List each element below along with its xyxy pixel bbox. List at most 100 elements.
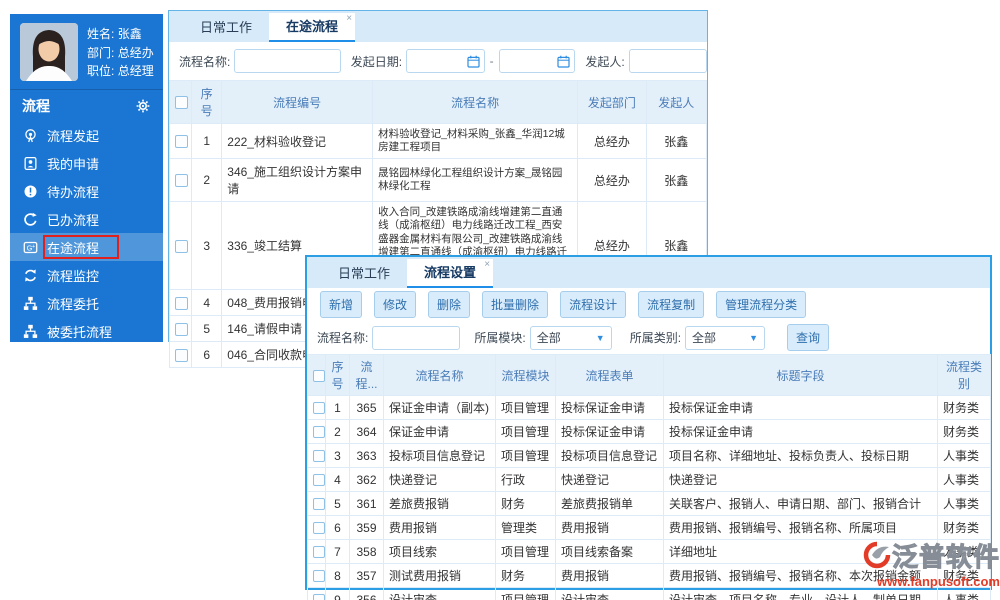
sidebar-item-flow-delegate[interactable]: 流程委托	[10, 289, 163, 317]
sidebar-item-my-applications[interactable]: 我的申请	[10, 149, 163, 177]
date-separator: -	[489, 54, 494, 68]
cell-seq: 3	[325, 443, 350, 468]
edit-button[interactable]: 修改	[374, 291, 417, 318]
cell-module: 项目管理	[495, 587, 556, 600]
row-checkbox[interactable]	[175, 348, 188, 362]
tab-in-transit-flows[interactable]: 在途流程 ×	[269, 13, 356, 42]
row-checkbox[interactable]	[313, 402, 325, 415]
add-button[interactable]: 新增	[320, 291, 363, 318]
flow-name-input[interactable]	[234, 49, 341, 73]
row-checkbox[interactable]	[313, 546, 325, 559]
cell-person: 张鑫	[645, 122, 708, 160]
module-label: 所属模块:	[474, 331, 526, 345]
flow-copy-button[interactable]: 流程复制	[638, 291, 705, 318]
select-all-checkbox[interactable]	[313, 369, 325, 382]
cell-name: 费用报销	[383, 515, 496, 540]
tab-daily-work[interactable]: 日常工作	[183, 13, 269, 42]
flow-design-button[interactable]: 流程设计	[560, 291, 627, 318]
table-row[interactable]: 2 364 保证金申请 项目管理 投标保证金申请 投标保证金申请 财务类	[307, 419, 991, 444]
sidebar-item-done-flows[interactable]: 已办流程	[10, 205, 163, 233]
cell-title-fields: 快递登记	[663, 467, 938, 492]
row-checkbox[interactable]	[313, 498, 325, 511]
tab-daily-work[interactable]: 日常工作	[321, 259, 407, 288]
close-icon[interactable]: ×	[346, 14, 352, 24]
cell-category: 人事类	[937, 587, 991, 600]
cell-form: 费用报销	[555, 563, 664, 588]
search-button[interactable]: 查询	[787, 324, 830, 351]
cell-title-fields: 费用报销、报销编号、报销名称、所属项目	[663, 515, 938, 540]
cell-category: 财务类	[937, 419, 991, 444]
table-row[interactable]: 1 222_材料验收登记 材料验收登记_材料采购_张鑫_华润12城房建工程项目 …	[168, 122, 708, 160]
cell-code: 222_材料验收登记	[221, 122, 374, 160]
sidebar-item-in-transit-flows[interactable]: G + 在途流程	[10, 233, 163, 261]
cell-seq: 4	[325, 467, 350, 492]
sidebar-item-delegated-flows[interactable]: 被委托流程	[10, 317, 163, 345]
cell-category: 人事类	[937, 443, 991, 468]
table-row[interactable]: 4 362 快递登记 行政 快递登记 快递登记 人事类	[307, 467, 991, 492]
sidebar-item-label: 待办流程	[47, 184, 100, 200]
batch-delete-button[interactable]: 批量删除	[482, 291, 549, 318]
table-row[interactable]: 1 365 保证金申请（副本) 项目管理 投标保证金申请 投标保证金申请 财务类	[307, 395, 991, 420]
row-checkbox[interactable]	[313, 522, 325, 535]
cell-code: 359	[349, 515, 384, 540]
tab-bar: 日常工作 流程设置 ×	[307, 257, 990, 288]
cell-code: 357	[349, 563, 384, 588]
col-header-name: 流程名称	[372, 80, 579, 124]
row-select-cell	[307, 419, 326, 444]
row-checkbox[interactable]	[313, 474, 325, 487]
table-row[interactable]: 9 356 设计审查 项目管理 设计审查 设计审查、项目名称、专业、设计人、制单…	[307, 587, 991, 600]
sidebar-item-flow-start[interactable]: 流程发起	[10, 121, 163, 149]
flow-name-input[interactable]	[372, 325, 461, 350]
row-select-cell	[168, 341, 193, 368]
delete-button[interactable]: 删除	[428, 291, 471, 318]
cell-name: 设计审查	[383, 587, 496, 600]
watermark: 泛普软件 www.fanpusoft.com	[860, 541, 1000, 588]
cell-person: 张鑫	[645, 158, 708, 203]
row-checkbox[interactable]	[175, 322, 188, 336]
fanpu-logo-icon	[862, 541, 892, 573]
col-header-code: 流程...	[349, 354, 384, 396]
cell-seq: 2	[191, 158, 223, 203]
table-row[interactable]: 5 361 差旅费报销 财务 差旅费报销单 关联客户、报销人、申请日期、部门、报…	[307, 491, 991, 516]
calendar-icon	[467, 55, 480, 68]
start-date-to-input[interactable]	[498, 49, 576, 73]
row-select-cell	[307, 515, 326, 540]
start-date-from-input[interactable]	[406, 49, 485, 73]
profile-dept: 部门: 总经办	[87, 45, 154, 60]
row-checkbox[interactable]	[175, 135, 188, 149]
row-checkbox[interactable]	[313, 594, 325, 600]
row-checkbox[interactable]	[313, 570, 325, 583]
close-icon[interactable]: ×	[484, 260, 490, 270]
select-all-checkbox[interactable]	[175, 96, 188, 110]
tab-flow-settings[interactable]: 流程设置 ×	[407, 259, 494, 288]
sidebar-item-flow-monitor[interactable]: 流程监控	[10, 261, 163, 289]
row-checkbox[interactable]	[313, 450, 325, 463]
row-checkbox[interactable]	[175, 296, 188, 310]
manage-flow-category-button[interactable]: 管理流程分类	[716, 291, 807, 318]
gear-icon[interactable]	[136, 99, 151, 114]
initiator-input[interactable]	[628, 49, 707, 73]
category-select[interactable]: 全部 ▼	[685, 325, 766, 350]
cell-seq: 2	[325, 419, 350, 444]
cell-category: 人事类	[937, 467, 991, 492]
row-checkbox[interactable]	[175, 174, 188, 188]
module-select[interactable]: 全部 ▼	[529, 325, 612, 350]
table-row[interactable]: 2 346_施工组织设计方案申请 晟铭园林绿化工程组织设计方案_晟铭园林绿化工程…	[168, 158, 708, 203]
col-header-name: 流程名称	[383, 354, 496, 396]
cell-form: 差旅费报销单	[555, 491, 664, 516]
cell-module: 项目管理	[495, 539, 556, 564]
cell-module: 财务	[495, 491, 556, 516]
row-checkbox[interactable]	[175, 239, 188, 253]
cell-title-fields: 关联客户、报销人、申请日期、部门、报销合计	[663, 491, 938, 516]
row-select-cell	[307, 563, 326, 588]
sidebar-item-label: 被委托流程	[47, 324, 113, 340]
table-row[interactable]: 3 363 投标项目信息登记 项目管理 投标项目信息登记 项目名称、详细地址、投…	[307, 443, 991, 468]
table-row[interactable]: 6 359 费用报销 管理类 费用报销 费用报销、报销编号、报销名称、所属项目 …	[307, 515, 991, 540]
cell-title-fields: 投标保证金申请	[663, 395, 938, 420]
flow-name-label: 流程名称:	[179, 54, 231, 69]
row-checkbox[interactable]	[313, 426, 325, 439]
sidebar-item-todo-flows[interactable]: 待办流程	[10, 177, 163, 205]
cell-category: 财务类	[937, 515, 991, 540]
cell-seq: 3	[191, 201, 223, 290]
cell-form: 快递登记	[555, 467, 664, 492]
